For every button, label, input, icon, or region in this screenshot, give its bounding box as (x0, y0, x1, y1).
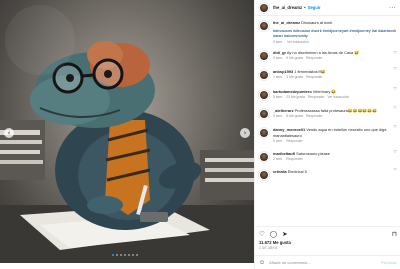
avatar[interactable] (259, 50, 269, 61)
timestamp: 2 sem. (273, 157, 284, 162)
caption-row: the_ai_dreamz Dinosaurs at work #dinosau… (255, 16, 400, 45)
reply-button[interactable]: Responder (308, 95, 325, 99)
heart-icon[interactable]: ♡ (393, 105, 397, 110)
avatar[interactable] (259, 152, 269, 163)
add-comment-bar: ☺ Añade un comentario... Publicar (255, 255, 400, 269)
carousel-dot (120, 254, 122, 256)
comment-text: Saturosauro please (296, 151, 330, 157)
reply-button[interactable]: Responder (286, 139, 303, 143)
carousel-dot (124, 254, 126, 256)
comment-text: Electrical 5 (287, 169, 307, 175)
timestamp: 5 sem. (273, 114, 284, 119)
timestamp: 5 sem. (273, 56, 284, 61)
heart-icon[interactable]: ♡ (393, 50, 397, 55)
follow-button[interactable]: Seguir (308, 5, 321, 10)
heart-icon[interactable]: ♡ (393, 167, 397, 172)
heart-icon[interactable]: ♡ (393, 124, 397, 129)
username[interactable]: the_ai_dreamz (273, 20, 300, 25)
reply-button[interactable]: Responder (306, 75, 323, 79)
dinosaur-illustration (0, 5, 254, 263)
comment-text: Ay no discriminen a las Amas de Casa 😅 (286, 49, 360, 55)
comment-row: danny_monroe01 Vendo aqua en botellón ne… (255, 119, 400, 144)
heart-icon[interactable]: ♡ (393, 149, 397, 154)
comment-username[interactable]: anbsp1993 (273, 69, 293, 74)
comment-username[interactable]: _aletherarz (273, 108, 294, 113)
timestamp: 5 sem. (273, 94, 284, 99)
comment-text: Professsssssa falta profesaura😂😂😂😂😂😂 (294, 108, 377, 114)
carousel-dot (112, 254, 114, 256)
like-count[interactable]: 23 Me gusta (286, 95, 305, 99)
chevron-left-icon[interactable]: ‹ (4, 128, 14, 138)
avatar[interactable] (259, 21, 269, 31)
more-icon[interactable]: ··· (389, 5, 396, 11)
hashtags[interactable]: #dinosaurs #dinosaur #work #midjourneyar… (273, 28, 397, 38)
separator: • (304, 5, 306, 10)
comment-username[interactable]: crtezda (273, 169, 287, 174)
avatar[interactable] (259, 2, 269, 13)
comment-username[interactable]: maribeltaufl (273, 151, 295, 156)
chevron-right-icon[interactable]: › (240, 128, 250, 138)
publish-button[interactable]: Publicar (381, 260, 397, 265)
comment-row: maribeltaufl Saturosauro please 2 sem. Re… (255, 144, 400, 163)
carousel-dot (128, 254, 130, 256)
post-date: 2 DE ABRIL (259, 246, 279, 250)
avatar[interactable] (259, 170, 269, 181)
instagram-post-modal: ‹ › the_ai_dreamz • Seguir ··· the_ai_dr… (0, 0, 400, 269)
avatar[interactable] (259, 70, 269, 81)
carousel-dots (112, 254, 138, 256)
avatar[interactable] (259, 89, 269, 100)
see-translation-link[interactable]: Ver traducción (327, 95, 349, 99)
bookmark-icon[interactable]: ⊓ (392, 230, 397, 239)
comment-row: anbsp1993 1 fermedsitos!!!😂 1 sem. 3 Me g… (255, 61, 400, 81)
like-count[interactable]: 3 Me gusta (286, 75, 303, 79)
timestamp: 1 sem. (273, 75, 284, 80)
avatar[interactable] (259, 109, 269, 120)
share-icon[interactable]: ➤ (282, 230, 287, 239)
reply-button[interactable]: Responder (306, 56, 323, 60)
avatar[interactable] (259, 128, 269, 139)
comment-row: _aletherarz Professsssssa falta profesau… (255, 100, 400, 120)
caption-text: Dinosaurs at work (301, 20, 333, 25)
emoji-icon[interactable]: ☺ (259, 260, 265, 266)
like-count[interactable]: 9 Me gusta (286, 56, 303, 60)
like-count[interactable]: 8 Me gusta (286, 114, 303, 118)
carousel-dot (116, 254, 118, 256)
username[interactable]: the_ai_dreamz (273, 5, 302, 10)
timestamp: 5 sem. (273, 138, 284, 143)
post-header: the_ai_dreamz • Seguir ··· (255, 0, 400, 16)
heart-icon[interactable]: ♡ (393, 86, 397, 91)
post-image: ‹ › (0, 0, 254, 263)
comment-input[interactable]: Añade un comentario... (269, 260, 381, 265)
comment-row: didi_gr Ay no discriminen a las Amas de … (255, 45, 400, 61)
reply-button[interactable]: Responder (306, 114, 323, 118)
heart-icon[interactable]: ♡ (393, 66, 397, 71)
carousel-dot (132, 254, 134, 256)
heart-icon[interactable]: ♡ (259, 230, 265, 239)
comment-text: 1 fermedsitos!!!😂 (294, 69, 326, 75)
comments-list: the_ai_dreamz Dinosaurs at work #dinosau… (255, 16, 400, 226)
comment-row: kartodamedepontero Veterinary 😂 5 sem. 23… (255, 81, 400, 100)
see-translation-link[interactable]: Ver traducción (287, 40, 309, 44)
comment-row: crtezda Electrical 5 ♡ (255, 162, 400, 181)
comment-text: Veterinary 😂 (312, 88, 337, 94)
comment-icon[interactable]: ◯ (270, 230, 277, 239)
reply-button[interactable]: Responder (286, 157, 303, 161)
likes-count[interactable]: 11.672 Me gusta (259, 240, 291, 245)
timestamp: 5 sem. (273, 39, 284, 44)
carousel-dot (136, 254, 138, 256)
comment-username[interactable]: didi_gr (273, 50, 286, 55)
post-side-panel: the_ai_dreamz • Seguir ··· the_ai_dreamz… (254, 0, 400, 269)
comment-username[interactable]: kartodamedepontero (273, 89, 312, 94)
